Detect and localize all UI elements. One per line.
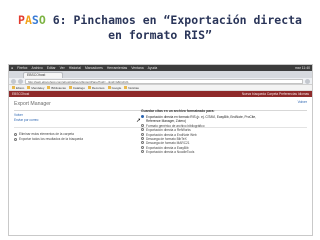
menu-ver[interactable]: Ver <box>60 65 65 71</box>
bookmark-label: Noticias <box>128 85 139 90</box>
menu-archivo[interactable]: Archivo <box>31 65 42 71</box>
bookmark-label: Google <box>111 85 122 90</box>
paso-letter-s: S <box>31 13 39 27</box>
menu-historial[interactable]: Historial <box>69 65 81 71</box>
checkbox-icon[interactable] <box>14 138 17 141</box>
paso-letter-o: O <box>38 13 46 27</box>
step-number: 6 <box>52 13 60 27</box>
navigation-bar: http://web.ebscohost.com/ehost/delivery/… <box>9 78 312 85</box>
tab-strip: EBSCOhost <box>9 71 312 78</box>
bookmark-recursos[interactable]: Recursos <box>87 85 105 90</box>
slide-title-line1: PASO 6: Pinchamos en “Exportación direct… <box>0 13 320 28</box>
export-option-label: Exportación directa en formato RIS (p. e… <box>146 115 257 124</box>
apple-menu-icon[interactable]: ● <box>11 65 13 71</box>
radio-icon[interactable] <box>141 132 144 136</box>
slide-title-rest: : Pinchamos en “Exportación directa <box>59 13 302 27</box>
export-option-label: Exportación directa a NoodleTools <box>146 150 195 155</box>
mouse-pointer-icon: ➚ <box>136 118 142 124</box>
radio-icon[interactable] <box>141 145 144 149</box>
bookmark-noticias[interactable]: Noticias <box>124 86 139 90</box>
export-manager-page: Export Manager Volver Volver Enviar por … <box>9 97 312 230</box>
folder-icon <box>47 86 51 89</box>
slide-title-line2: en formato RIS” <box>108 28 212 42</box>
menu-editar[interactable]: Editar <box>47 65 56 71</box>
radio-icon[interactable] <box>141 128 144 132</box>
browser-screenshot: ● Firefox Archivo Editar Ver Historial M… <box>8 64 313 236</box>
menu-ventana[interactable]: Ventana <box>131 65 143 71</box>
page-title: Export Manager <box>14 101 51 107</box>
address-bar[interactable]: http://web.ebscohost.com/ehost/delivery/… <box>25 78 303 84</box>
radio-icon[interactable] <box>141 141 144 145</box>
folder-icon <box>107 86 111 89</box>
volver-link[interactable]: Volver <box>298 100 307 104</box>
bookmark-ebsco[interactable]: Ebsco <box>12 86 24 90</box>
paso-letter-p: P <box>18 13 25 27</box>
bookmark-mendeley[interactable]: Mendeley <box>27 86 44 90</box>
site-header-left[interactable]: EBSCOhost <box>12 92 29 96</box>
radio-selected-icon[interactable] <box>141 115 144 118</box>
slide-title: PASO 6: Pinchamos en “Exportación direct… <box>0 13 320 43</box>
paso-letter-a: A <box>24 13 32 27</box>
menu-ayuda[interactable]: Ayuda <box>148 65 158 71</box>
folder-icon <box>87 86 91 89</box>
forward-arrow-icon[interactable] <box>18 78 23 84</box>
export-format-panel: Guardar citas en un archivo formateado p… <box>141 109 257 155</box>
bookmark-label: Recursos <box>91 85 105 90</box>
bookmark-label: Catalogo <box>72 85 85 90</box>
bookmark-label: Bibliotecas <box>51 85 66 90</box>
tab-ebscohost[interactable]: EBSCOhost <box>23 72 63 78</box>
menu-herramientas[interactable]: Herramientas <box>107 65 127 71</box>
site-header-right[interactable]: Nueva búsqueda Carpeta Preferencias Idio… <box>242 92 309 96</box>
menu-marcadores[interactable]: Marcadores <box>85 65 103 71</box>
bookmark-label: Mendeley <box>31 85 45 90</box>
paso-word: PASO <box>18 13 46 27</box>
bookmark-google[interactable]: Google <box>107 85 122 90</box>
export-noodletools-option[interactable]: Exportación directa a NoodleTools <box>141 150 257 154</box>
bookmark-catalogo[interactable]: Catalogo <box>68 85 85 90</box>
email-link[interactable]: Enviar por correo <box>14 118 38 122</box>
radio-icon[interactable] <box>141 123 144 127</box>
folder-icon <box>68 86 72 89</box>
export-heading: Guardar citas en un archivo formateado p… <box>141 109 215 113</box>
folder-icon <box>27 86 31 89</box>
back-arrow-icon[interactable] <box>11 78 16 84</box>
folder-icon <box>124 86 128 89</box>
export-all-label: Exportar todos los resultados de la búsq… <box>19 137 83 141</box>
menu-firefox[interactable]: Firefox <box>17 65 27 71</box>
bookmark-label: Ebsco <box>16 85 25 90</box>
menubar-clock: mar 11:40 <box>294 66 310 70</box>
reload-icon[interactable] <box>305 78 310 84</box>
radio-icon[interactable] <box>141 150 144 154</box>
export-ris-option[interactable]: Exportación directa en formato RIS (p. e… <box>141 115 257 124</box>
checkbox-icon[interactable] <box>14 133 17 136</box>
bookmark-bibliotecas[interactable]: Bibliotecas <box>47 86 66 90</box>
radio-icon[interactable] <box>141 137 144 141</box>
folder-icon <box>12 86 15 89</box>
